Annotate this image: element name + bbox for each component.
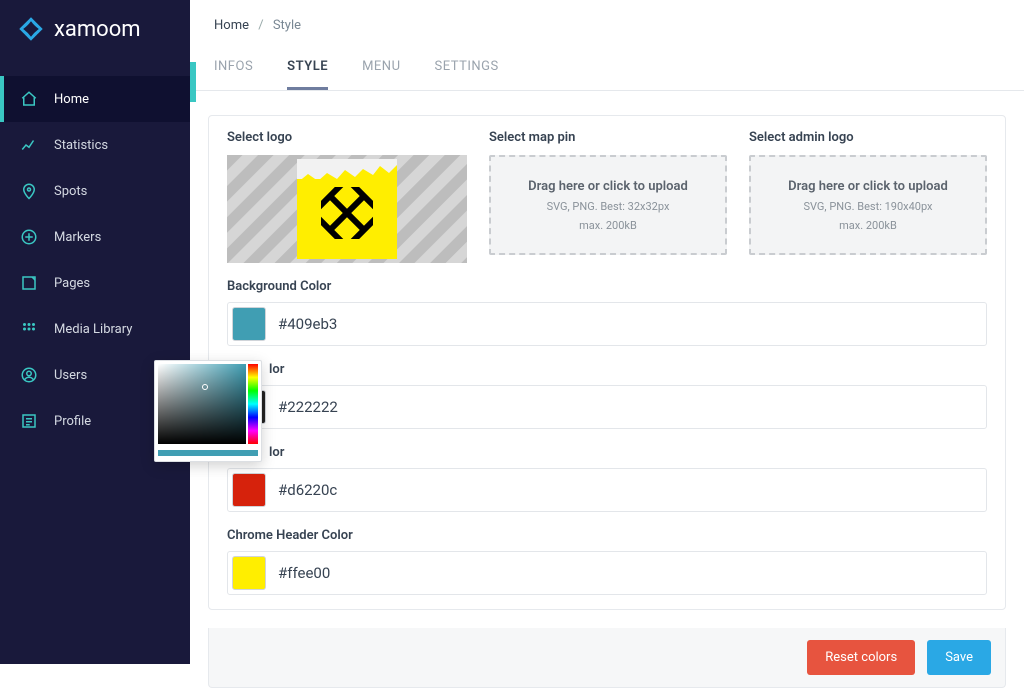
markers-icon bbox=[20, 228, 38, 246]
color-input-wrap bbox=[227, 302, 987, 346]
upload-admin-logo-title: Select admin logo bbox=[749, 130, 987, 145]
color-swatch[interactable] bbox=[232, 556, 266, 590]
sidebar-item-label: Spots bbox=[54, 184, 87, 199]
sidebar-item-label: Pages bbox=[54, 276, 90, 291]
upload-map-pin-title: Select map pin bbox=[489, 130, 727, 145]
upload-logo: Select logo bbox=[227, 130, 467, 263]
sidebar-item-markers[interactable]: Markers bbox=[0, 214, 190, 260]
color-label: Chrome Header Color bbox=[227, 528, 987, 543]
sidebar-item-pages[interactable]: Pages bbox=[0, 260, 190, 306]
user-icon bbox=[20, 366, 38, 384]
upload-row: Select logo bbox=[227, 130, 987, 263]
pin-icon bbox=[20, 182, 38, 200]
color-picker-popover[interactable] bbox=[154, 360, 262, 462]
reset-colors-button[interactable]: Reset colors bbox=[807, 640, 915, 675]
brand: xamoom bbox=[0, 0, 190, 76]
sidebar-item-label: Profile bbox=[54, 414, 91, 429]
tab-infos[interactable]: INFOS bbox=[214, 59, 253, 90]
picker-current-bar bbox=[158, 450, 258, 456]
upload-admin-logo: Select admin logo Drag here or click to … bbox=[749, 130, 987, 263]
logo-image bbox=[297, 159, 397, 259]
breadcrumb-current: Style bbox=[273, 18, 301, 33]
color-input-wrap bbox=[227, 551, 987, 595]
dropzone-line2: SVG, PNG. Best: 190x40px bbox=[803, 200, 932, 213]
sidebar-item-statistics[interactable]: Statistics bbox=[0, 122, 190, 168]
upload-logo-title: Select logo bbox=[227, 130, 467, 145]
stats-icon bbox=[20, 136, 38, 154]
sidebar-item-label: Media Library bbox=[54, 322, 132, 337]
main: Home / Style INFOS STYLE MENU SETTINGS S… bbox=[190, 0, 1024, 664]
color-label: Background Color bbox=[227, 279, 987, 294]
dropzone-admin-logo[interactable]: Drag here or click to upload SVG, PNG. B… bbox=[749, 155, 987, 255]
dropzone-line3: max. 200kB bbox=[579, 219, 637, 232]
color-label-partial: lor bbox=[227, 362, 987, 377]
panel-actions: Reset colors Save bbox=[208, 628, 1006, 688]
brand-logo-icon bbox=[18, 16, 44, 42]
brand-name: xamoom bbox=[54, 17, 141, 42]
paper-tear-icon bbox=[297, 159, 397, 179]
sidebar-item-label: Statistics bbox=[54, 138, 108, 153]
tab-style[interactable]: STYLE bbox=[287, 59, 328, 90]
pages-icon bbox=[20, 274, 38, 292]
sidebar-item-label: Home bbox=[54, 92, 89, 107]
picker-handle[interactable] bbox=[202, 384, 208, 390]
color-swatch[interactable] bbox=[232, 307, 266, 341]
profile-icon bbox=[20, 412, 38, 430]
sidebar-item-label: Users bbox=[54, 368, 87, 383]
sidebar-item-spots[interactable]: Spots bbox=[0, 168, 190, 214]
color-input[interactable] bbox=[278, 398, 982, 416]
breadcrumb-root[interactable]: Home bbox=[214, 18, 249, 33]
media-icon bbox=[20, 320, 38, 338]
color-row-highlight: lor bbox=[227, 445, 987, 512]
color-row-foreground: lor bbox=[227, 362, 987, 429]
sidebar-item-label: Markers bbox=[54, 230, 101, 245]
dropzone-map-pin[interactable]: Drag here or click to upload SVG, PNG. B… bbox=[489, 155, 727, 255]
sidebar: xamoom Home Statistics Spots Markers Pag… bbox=[0, 0, 190, 664]
accent-bar bbox=[190, 62, 196, 102]
dropzone-line1: Drag here or click to upload bbox=[788, 179, 948, 194]
picker-hue-slider[interactable] bbox=[248, 364, 258, 444]
dropzone-line1: Drag here or click to upload bbox=[528, 179, 688, 194]
color-swatch[interactable] bbox=[232, 473, 266, 507]
logo-preview[interactable] bbox=[227, 155, 467, 263]
color-row-chrome-header: Chrome Header Color bbox=[227, 528, 987, 595]
color-input-wrap bbox=[227, 468, 987, 512]
tab-menu[interactable]: MENU bbox=[362, 59, 400, 90]
tabs: INFOS STYLE MENU SETTINGS bbox=[190, 51, 1024, 91]
save-button[interactable]: Save bbox=[927, 640, 991, 675]
color-input[interactable] bbox=[278, 481, 982, 499]
style-panel: Select logo bbox=[208, 115, 1006, 610]
x-icon bbox=[321, 187, 373, 239]
home-icon bbox=[20, 90, 38, 108]
sidebar-item-media-library[interactable]: Media Library bbox=[0, 306, 190, 352]
color-input[interactable] bbox=[278, 315, 982, 333]
breadcrumb-sep: / bbox=[258, 18, 263, 33]
breadcrumb: Home / Style bbox=[190, 0, 1024, 51]
sidebar-item-home[interactable]: Home bbox=[0, 76, 190, 122]
dropzone-line2: SVG, PNG. Best: 32x32px bbox=[547, 200, 670, 213]
picker-saturation-value[interactable] bbox=[158, 364, 246, 444]
color-input[interactable] bbox=[278, 564, 982, 582]
color-input-wrap bbox=[227, 385, 987, 429]
color-label-partial: lor bbox=[227, 445, 987, 460]
tab-settings[interactable]: SETTINGS bbox=[435, 59, 499, 90]
dropzone-line3: max. 200kB bbox=[839, 219, 897, 232]
upload-map-pin: Select map pin Drag here or click to upl… bbox=[489, 130, 727, 263]
color-row-background: Background Color bbox=[227, 279, 987, 346]
